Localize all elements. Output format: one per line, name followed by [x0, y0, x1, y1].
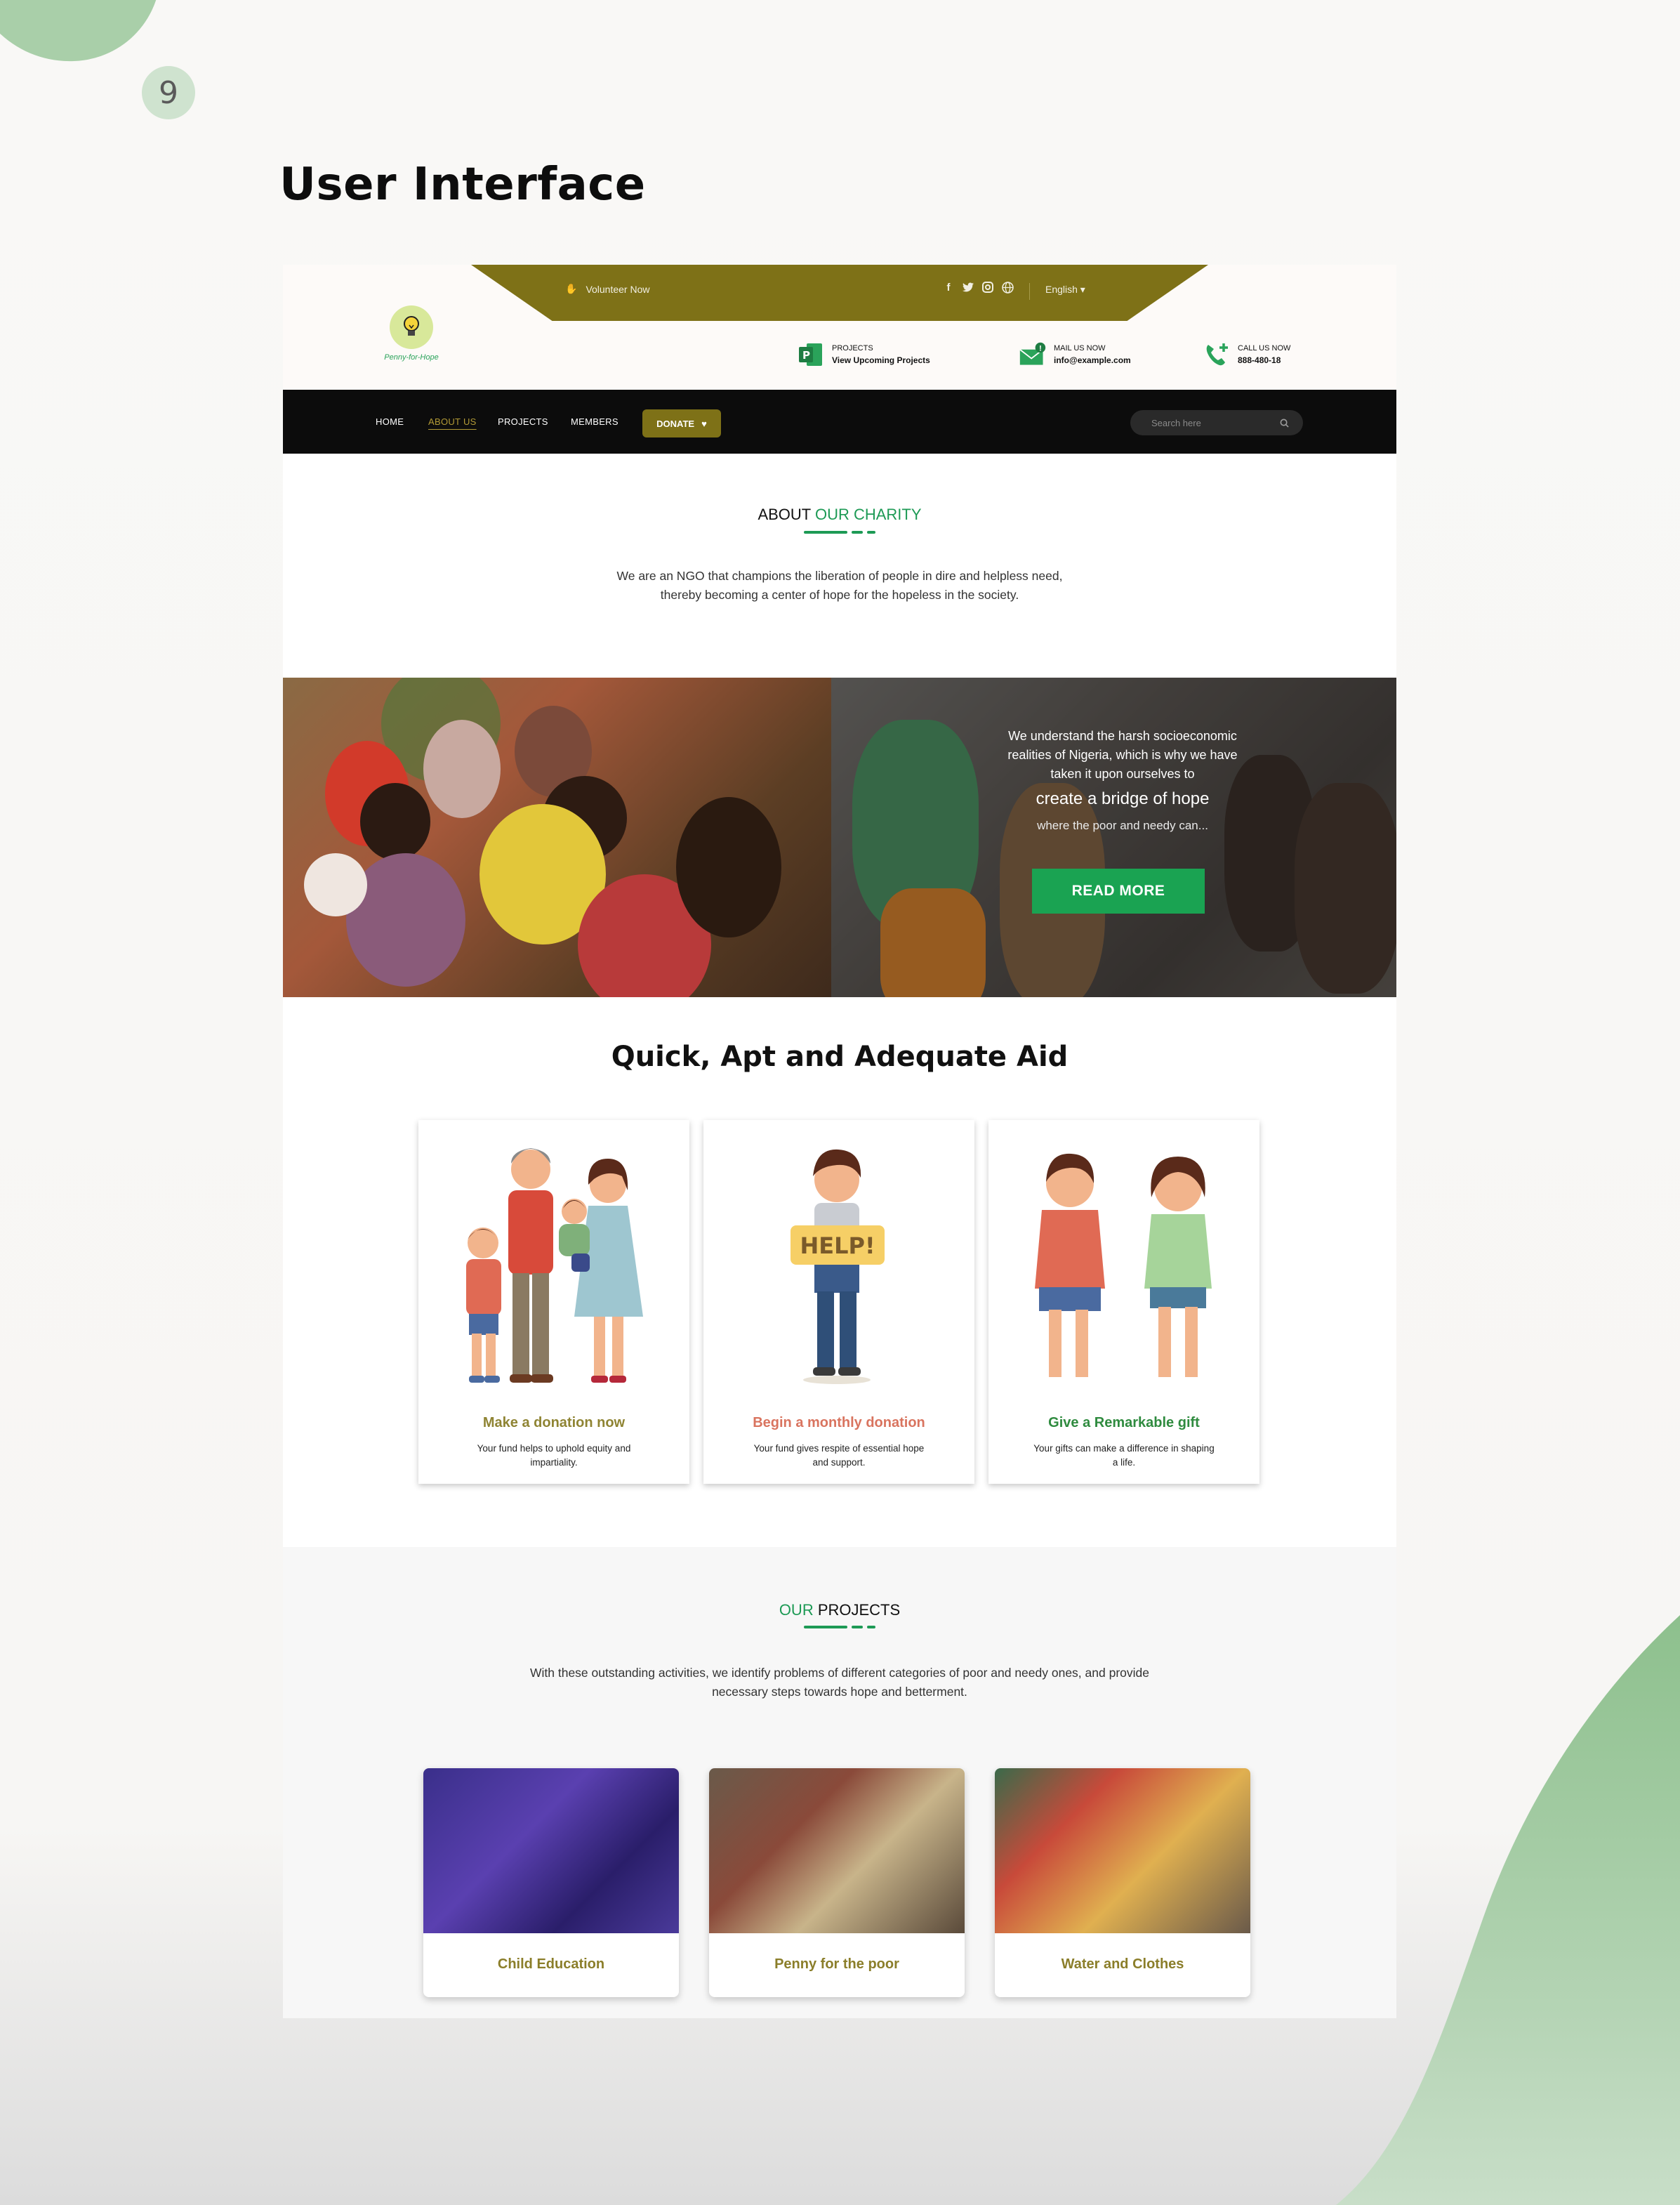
projects-line-1: With these outstanding activities, we id…	[529, 1666, 1149, 1680]
instagram-icon[interactable]	[981, 280, 995, 294]
projects-title-underline	[283, 1626, 1396, 1628]
card-title: Give a Remarkable gift	[1048, 1415, 1200, 1430]
contact-label: CALL US NOW	[1238, 344, 1291, 353]
mail-icon: !	[1019, 341, 1047, 369]
nav-item-members[interactable]: MEMBERS	[571, 416, 619, 427]
help-sign-boy-illustration: HELP!	[791, 1149, 885, 1384]
project-title: Penny for the poor	[774, 1956, 899, 1972]
projects-title-highlight: OUR	[779, 1601, 818, 1619]
monthly-donation-card[interactable]: HELP! Begin a monthly donation Your fund…	[703, 1120, 974, 1484]
volunteer-link[interactable]: ✋ Volunteer Now	[565, 283, 650, 295]
projects-title-part: PROJECTS	[817, 1601, 901, 1619]
website-mockup: ✋ Volunteer Now f English ▾ Penny-for-Ho…	[283, 265, 1396, 2018]
projects-line-2: necessary steps towards hope and betterm…	[712, 1685, 967, 1699]
about-section-title: ABOUT OUR CHARITY	[283, 506, 1396, 524]
contact-value: info@example.com	[1054, 355, 1131, 365]
hero-paragraph: We understand the harsh socioeconomic re…	[1007, 729, 1238, 781]
project-photo-schoolchildren	[423, 1768, 679, 1933]
card-description: Your fund gives respite of essential hop…	[753, 1443, 925, 1468]
project-card-poor[interactable]: Penny for the poor	[709, 1768, 965, 1997]
project-photo-water-pump	[995, 1768, 1250, 1933]
project-title: Child Education	[497, 1956, 605, 1972]
logo-text: Penny-for-Hope	[384, 353, 439, 362]
project-card-water[interactable]: Water and Clothes	[995, 1768, 1250, 1997]
lightbulb-icon	[390, 305, 433, 349]
hero-banner: We understand the harsh socioeconomic re…	[283, 678, 1396, 997]
contact-mail[interactable]: ! MAIL US NOW info@example.com	[1019, 341, 1131, 369]
search-input[interactable]	[1150, 416, 1265, 429]
header-top: ✋ Volunteer Now f English ▾ Penny-for-Ho…	[283, 265, 1396, 390]
contact-value: View Upcoming Projects	[832, 355, 930, 365]
contact-label: MAIL US NOW	[1054, 344, 1106, 353]
contact-label: PROJECTS	[832, 344, 873, 353]
family-illustration	[466, 1148, 643, 1383]
card-description: Your gifts can make a difference in shap…	[1033, 1443, 1215, 1468]
about-line-1: We are an NGO that champions the liberat…	[616, 569, 1063, 583]
svg-text:!: !	[1039, 345, 1042, 353]
svg-text:P: P	[802, 349, 810, 362]
hero-tagline: create a bridge of hope	[1036, 789, 1210, 808]
language-selector[interactable]: English ▾	[1045, 284, 1085, 296]
project-card-education[interactable]: Child Education	[423, 1768, 679, 1997]
donate-button[interactable]: DONATE ♥	[642, 409, 721, 437]
about-line-2: thereby becoming a center of hope for th…	[660, 588, 1019, 602]
hero-photo-children-thumbs-up	[283, 678, 831, 997]
page-number-badge: 9	[142, 66, 195, 119]
decorative-blob-top	[0, 0, 173, 74]
language-divider	[1029, 283, 1030, 300]
heart-icon: ♥	[701, 418, 707, 429]
contact-value: 888-480-18	[1238, 355, 1281, 365]
main-navigation: HOME ABOUT US PROJECTS MEMBERS DONATE ♥	[283, 390, 1396, 454]
contact-projects[interactable]: P PROJECTS View Upcoming Projects	[797, 341, 930, 369]
donation-card[interactable]: Make a donation now Your fund helps to u…	[418, 1120, 689, 1484]
page-title: User Interface	[279, 159, 646, 211]
read-more-button[interactable]: READ MORE	[1032, 869, 1205, 914]
help-sign-text: HELP!	[800, 1232, 875, 1259]
donate-label: DONATE	[656, 418, 695, 429]
hero-subtext: where the poor and needy can...	[1037, 819, 1208, 832]
card-title: Make a donation now	[482, 1415, 626, 1430]
social-links: f	[941, 280, 1014, 294]
hero-text: We understand the harsh socioeconomic re…	[993, 727, 1252, 833]
project-title: Water and Clothes	[1061, 1956, 1184, 1972]
search-icon[interactable]	[1280, 419, 1289, 428]
twitter-icon[interactable]	[961, 280, 975, 294]
aid-section-title: Quick, Apt and Adequate Aid	[611, 1041, 1069, 1073]
about-title-part: ABOUT	[758, 506, 815, 523]
projects-section-title: OUR PROJECTS	[283, 1601, 1396, 1619]
contact-phone[interactable]: CALL US NOW 888-480-18	[1203, 341, 1290, 369]
projects-description: With these outstanding activities, we id…	[283, 1664, 1396, 1702]
search-box[interactable]	[1130, 410, 1303, 435]
volunteer-label: Volunteer Now	[586, 283, 650, 295]
hand-icon: ✋	[565, 283, 578, 294]
site-logo[interactable]: Penny-for-Hope	[376, 305, 447, 362]
nav-item-projects[interactable]: PROJECTS	[498, 416, 548, 427]
about-title-highlight: OUR CHARITY	[814, 506, 922, 523]
project-icon: P	[797, 341, 825, 369]
children-illustration	[1035, 1153, 1212, 1377]
card-description: Your fund helps to uphold equity and imp…	[477, 1443, 631, 1468]
nav-item-about[interactable]: ABOUT US	[428, 416, 477, 427]
phone-icon	[1203, 341, 1231, 369]
about-description: We are an NGO that champions the liberat…	[283, 567, 1396, 605]
nav-item-home[interactable]: HOME	[376, 416, 404, 427]
project-photo-aid-distribution	[709, 1768, 965, 1933]
card-title: Begin a monthly donation	[753, 1415, 925, 1430]
about-title-underline	[283, 531, 1396, 534]
hero-photo-children-standing	[831, 678, 1396, 997]
globe-icon[interactable]	[1000, 280, 1014, 294]
facebook-icon[interactable]: f	[941, 280, 955, 294]
gift-card[interactable]: Give a Remarkable gift Your gifts can ma…	[988, 1120, 1259, 1484]
